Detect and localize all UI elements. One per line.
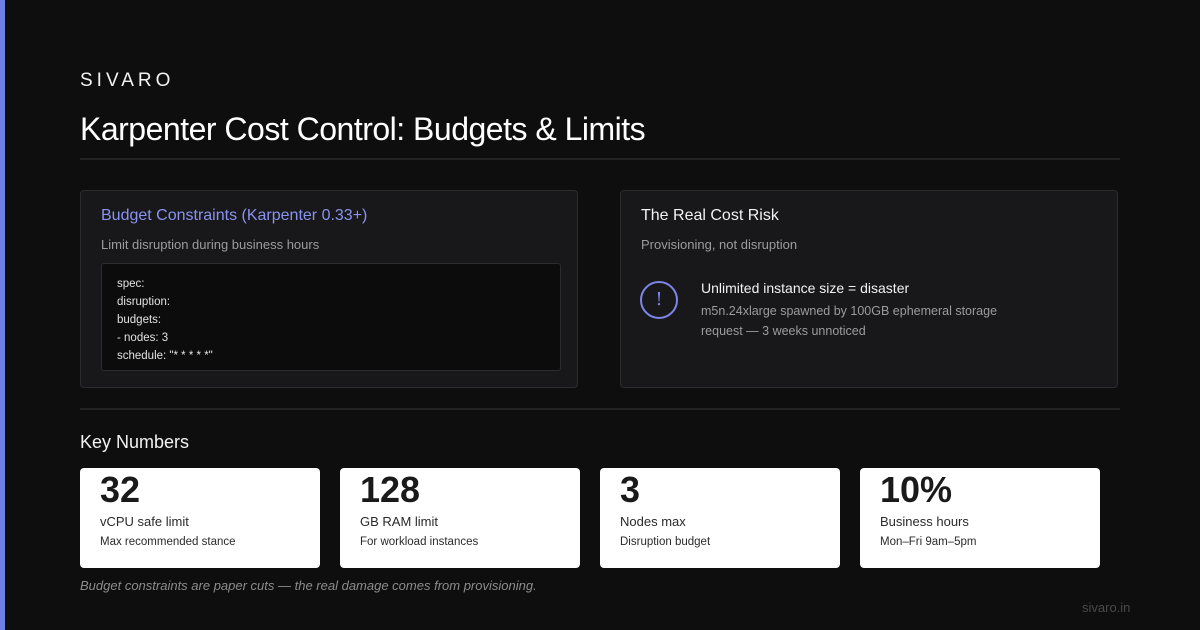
key-numbers-title: Key Numbers (80, 432, 190, 452)
stat-value: 10% (880, 469, 953, 510)
code-line: disruption: (117, 296, 171, 308)
stat-description: Max recommended stance (100, 536, 236, 548)
risk-card-title: The Real Cost Risk (641, 207, 779, 224)
stat-label: vCPU safe limit (100, 514, 189, 529)
stat-description: Mon–Fri 9am–5pm (880, 536, 977, 548)
stat-description: For workload instances (360, 536, 479, 548)
code-line: - nodes: 3 (117, 332, 169, 344)
stat-value: 3 (620, 469, 641, 510)
code-block: spec: disruption: budgets: - nodes: 3 sc… (101, 263, 561, 371)
stat-label: Business hours (880, 514, 969, 529)
budget-card-title: Budget Constraints (Karpenter 0.33+) (101, 207, 368, 224)
site-domain: sivaro.in (1082, 600, 1131, 615)
stat-card-vcpu: 32 vCPU safe limit Max recommended stanc… (80, 468, 320, 568)
brand-logo: SIVARO (80, 70, 175, 91)
stat-card-ram: 128 GB RAM limit For workload instances (340, 468, 580, 568)
risk-detail: m5n.24xlarge spawned by 100GB ephemeral … (701, 304, 998, 338)
stat-value: 32 (100, 469, 141, 510)
stat-card-nodes: 3 Nodes max Disruption budget (600, 468, 840, 568)
code-line: spec: (117, 278, 145, 290)
budget-constraints-card: Budget Constraints (Karpenter 0.33+) Lim… (80, 190, 578, 388)
risk-heading: Unlimited instance size = disaster (701, 280, 910, 296)
stat-label: Nodes max (620, 514, 686, 529)
footnote: Budget constraints are paper cuts — the … (80, 578, 537, 593)
accent-bar (0, 0, 5, 630)
code-line: budgets: (117, 314, 162, 326)
risk-card-subtitle: Provisioning, not disruption (641, 237, 798, 252)
page-title: Karpenter Cost Control: Budgets & Limits (80, 111, 646, 147)
stat-description: Disruption budget (620, 536, 711, 548)
code-line: schedule: "* * * * *" (117, 350, 213, 362)
stat-value: 128 (360, 469, 421, 510)
stat-label: GB RAM limit (360, 514, 438, 529)
budget-card-subtitle: Limit disruption during business hours (101, 237, 320, 252)
cost-risk-card: The Real Cost Risk Provisioning, not dis… (620, 190, 1118, 388)
stat-card-business-hours: 10% Business hours Mon–Fri 9am–5pm (860, 468, 1100, 568)
section-divider (80, 408, 1120, 410)
warning-icon: ! (640, 281, 678, 319)
header-divider (80, 158, 1120, 160)
